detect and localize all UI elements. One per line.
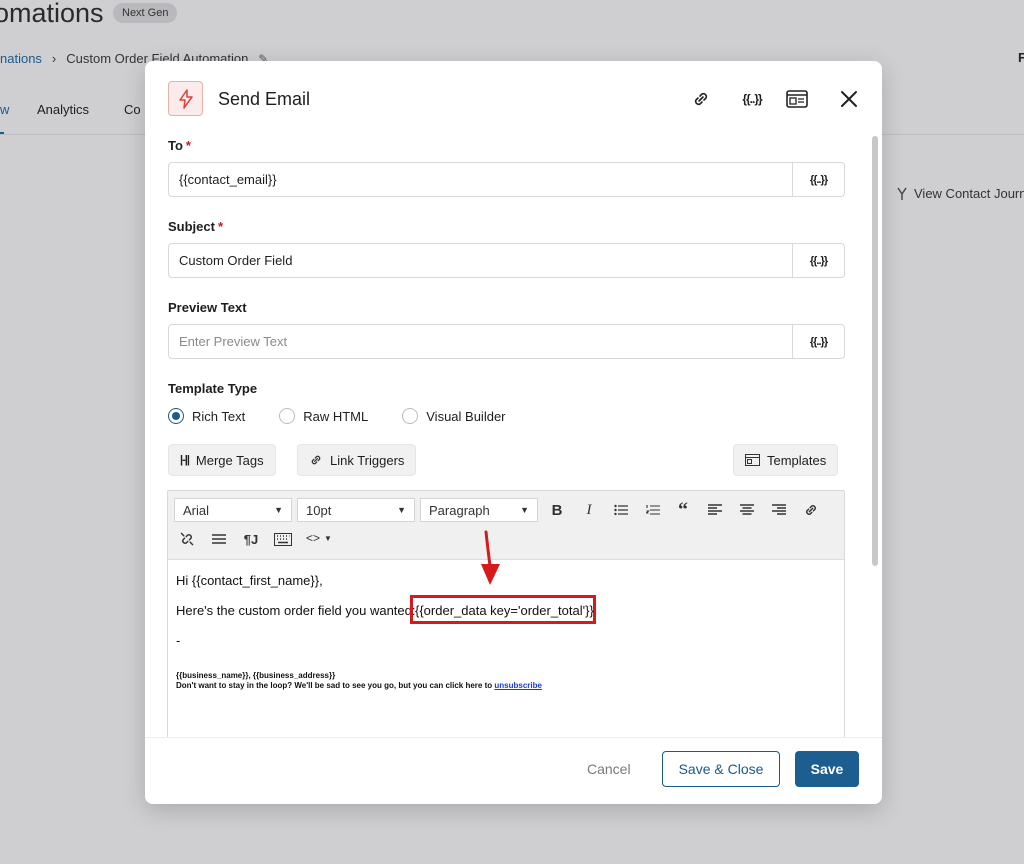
tab-workflow[interactable]: w <box>0 102 9 117</box>
horizontal-rule-icon[interactable] <box>208 528 230 550</box>
header-fragment: F <box>1018 50 1024 65</box>
radio-indicator <box>279 408 296 424</box>
merge-tags-button[interactable]: |-|| Merge Tags <box>168 444 276 476</box>
unlink-icon[interactable] <box>176 528 198 550</box>
radio-visual-builder[interactable]: Visual Builder <box>402 408 506 424</box>
preview-text-input[interactable] <box>169 325 792 358</box>
close-icon[interactable] <box>835 85 863 113</box>
to-input[interactable] <box>169 163 792 196</box>
modal-title: Send Email <box>218 89 311 109</box>
radio-raw-html[interactable]: Raw HTML <box>279 408 368 424</box>
editor-toolbar: Arial ▼ 10pt ▼ Paragraph ▼ B I “ ¶J <> ▼ <box>168 491 844 560</box>
branch-icon <box>897 187 907 200</box>
font-size-select[interactable]: 10pt ▼ <box>297 498 415 522</box>
footer-unsubscribe-line: Don't want to stay in the loop? We'll be… <box>176 681 542 690</box>
unsubscribe-link[interactable]: unsubscribe <box>494 681 542 690</box>
subject-field: {{..}} <box>168 243 845 278</box>
modal-header: Send Email {{..}} <box>145 61 882 133</box>
to-merge-tag-button[interactable]: {{..}} <box>792 163 844 196</box>
template-type-label: Template Type <box>168 381 258 396</box>
caret-down-icon: ▼ <box>520 505 529 515</box>
breadcrumb-link[interactable]: nations <box>0 51 42 66</box>
link-icon[interactable] <box>800 499 822 521</box>
body-line: Here's the custom order field you wanted… <box>176 603 416 618</box>
active-tab-indicator <box>0 120 4 134</box>
cancel-button[interactable]: Cancel <box>587 761 631 777</box>
link-triggers-button[interactable]: Link Triggers <box>297 444 417 476</box>
templates-button[interactable]: Templates <box>733 444 839 476</box>
merge-tags-icon[interactable]: {{..}} <box>737 85 767 113</box>
template-type-radios: Rich Text Raw HTML Visual Builder <box>168 408 506 424</box>
code-icon[interactable]: <> ▼ <box>302 527 336 549</box>
chevron-right-icon: › <box>51 51 57 66</box>
annotation-arrow-icon <box>481 530 500 585</box>
modal-scrollbar[interactable] <box>872 136 878 566</box>
view-contact-journey-link[interactable]: View Contact Journ <box>896 186 1024 201</box>
preview-text-label: Preview Text <box>168 300 247 315</box>
highlighted-merge-tag: {{order_data key='order_total'}} <box>410 595 596 624</box>
align-center-icon[interactable] <box>736 499 758 521</box>
to-field: {{..}} <box>168 162 845 197</box>
footer-business-line: {{business_name}}, {{business_address}} <box>176 671 336 680</box>
merge-tags-icon: |-|| <box>180 454 190 466</box>
numbered-list-icon[interactable] <box>642 499 664 521</box>
modal-footer: Cancel Save & Close Save <box>145 737 882 804</box>
to-label: To * <box>168 138 191 153</box>
send-email-modal: Send Email {{..}} To* {{..}} Subject* {{… <box>145 61 882 804</box>
link-icon[interactable] <box>687 85 715 113</box>
paragraph-icon[interactable]: ¶J <box>240 528 262 550</box>
font-family-select[interactable]: Arial ▼ <box>174 498 292 522</box>
subject-input[interactable] <box>169 244 792 277</box>
preview-merge-tag-button[interactable]: {{..}} <box>792 325 844 358</box>
align-right-icon[interactable] <box>768 499 790 521</box>
caret-down-icon: ▼ <box>274 505 283 515</box>
radio-selected-indicator <box>168 408 184 424</box>
block-format-select[interactable]: Paragraph ▼ <box>420 498 538 522</box>
italic-icon[interactable]: I <box>578 499 600 521</box>
align-left-icon[interactable] <box>704 499 726 521</box>
subject-label: Subject * <box>168 219 224 234</box>
subject-merge-tag-button[interactable]: {{..}} <box>792 244 844 277</box>
bullet-list-icon[interactable] <box>610 499 632 521</box>
rich-text-editor: Arial ▼ 10pt ▼ Paragraph ▼ B I “ ¶J <> ▼… <box>167 490 845 750</box>
caret-down-icon: ▼ <box>397 505 406 515</box>
radio-indicator <box>402 408 419 424</box>
bold-icon[interactable]: B <box>546 499 568 521</box>
lightning-icon <box>168 81 203 116</box>
tab-analytics[interactable]: Analytics <box>37 102 89 117</box>
page-title: omations <box>0 0 104 28</box>
template-icon <box>745 454 760 466</box>
greeting-line: Hi {{contact_first_name}}, <box>176 573 323 588</box>
preview-text-field: {{..}} <box>168 324 845 359</box>
save-close-button[interactable]: Save & Close <box>662 751 780 787</box>
keyboard-icon[interactable] <box>272 528 294 550</box>
save-button[interactable]: Save <box>795 751 859 787</box>
dash-line: - <box>176 633 181 648</box>
blockquote-icon[interactable]: “ <box>672 499 694 521</box>
preview-icon[interactable] <box>783 85 811 113</box>
editor-content[interactable]: Hi {{contact_first_name}}, Here's the cu… <box>168 561 844 749</box>
radio-rich-text[interactable]: Rich Text <box>168 408 245 424</box>
tab-contacts[interactable]: Co <box>124 102 141 117</box>
link-icon <box>311 455 321 465</box>
next-gen-badge: Next Gen <box>113 3 178 23</box>
